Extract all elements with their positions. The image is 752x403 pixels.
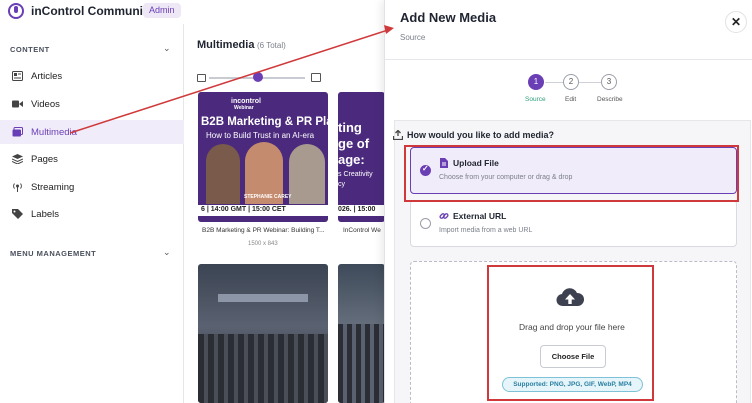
thumbnail-headline: ting — [338, 120, 362, 135]
page-title: Multimedia — [197, 39, 255, 51]
step-1[interactable]: 1 — [528, 74, 544, 90]
thumbnail-headline: B2B Marketing & PR Pla — [201, 116, 328, 128]
option-title: External URL — [453, 211, 507, 221]
step-3[interactable]: 3 — [601, 74, 617, 90]
articles-icon — [12, 71, 23, 81]
media-thumbnail[interactable] — [338, 264, 385, 403]
sidebar-item-label: Multimedia — [31, 126, 77, 138]
thumbnail-date: 026. | 15:00 — [338, 206, 376, 213]
modal-header: Add New Media Source ✕ — [385, 0, 752, 60]
media-thumbnail[interactable]: incontrol Webinar B2B Marketing & PR Pla… — [198, 92, 328, 222]
close-button[interactable]: ✕ — [725, 11, 747, 33]
media-caption: InControl We — [343, 227, 381, 234]
thumbnail-subhead: How to Build Trust in an AI-era — [206, 131, 315, 140]
section-header-menu-management: MENU MANAGEMENT — [10, 249, 97, 258]
thumbnail-subhead: s Creativity — [338, 171, 373, 178]
speaker-photo — [206, 144, 240, 204]
image-small-icon[interactable] — [197, 74, 206, 82]
admin-badge: Admin — [143, 3, 181, 18]
step-label-edit: Edit — [565, 96, 577, 103]
sidebar-item-label: Streaming — [31, 181, 75, 193]
upload-tray-icon — [393, 130, 403, 140]
external-url-option[interactable]: External URL Import media from a web URL — [410, 200, 737, 247]
stepper-connector — [545, 82, 563, 83]
thumbnail-speaker: STEPHANIE CAREY — [244, 194, 292, 200]
sidebar: CONTENT ⌄ Articles Videos Multimedia Pag… — [0, 24, 184, 403]
highlight-box — [404, 145, 739, 202]
thumbnail-subhead: cy — [338, 181, 345, 188]
item-count: (6 Total) — [257, 41, 286, 50]
section-header-content: CONTENT — [10, 45, 50, 54]
label-icon — [12, 209, 23, 219]
audience-photo — [198, 334, 328, 403]
sidebar-item-label: Videos — [31, 98, 60, 110]
power-logo-icon — [8, 3, 24, 19]
stage-photo — [218, 294, 308, 302]
top-bar: inControl Community Admin — [0, 0, 384, 24]
chevron-down-icon[interactable]: ⌄ — [163, 43, 171, 54]
multimedia-panel: Multimedia (6 Total) incontrol Webinar B… — [185, 24, 385, 403]
sidebar-item-videos[interactable]: Videos — [0, 92, 184, 116]
multimedia-icon — [12, 127, 23, 137]
radio-unselected[interactable] — [420, 218, 431, 229]
thumbnail-brand: incontrol — [231, 98, 261, 105]
step-2[interactable]: 2 — [563, 74, 579, 90]
speaker-photo — [289, 144, 325, 204]
chevron-down-icon[interactable]: ⌄ — [163, 247, 171, 258]
app-root: inControl Community Admin CONTENT ⌄ Arti… — [0, 0, 752, 403]
media-dimensions: 1500 x 843 — [248, 241, 278, 247]
sidebar-item-labels[interactable]: Labels — [0, 202, 184, 226]
media-thumbnail[interactable] — [198, 264, 328, 403]
thumbnail-brand-sub: Webinar — [234, 105, 254, 111]
media-caption: B2B Marketing & PR Webinar: Building T..… — [202, 227, 325, 234]
sidebar-item-articles[interactable]: Articles — [0, 64, 184, 88]
sidebar-item-streaming[interactable]: Streaming — [0, 175, 184, 199]
video-icon — [12, 100, 23, 108]
pages-icon — [12, 154, 23, 164]
sidebar-item-label: Pages — [31, 153, 58, 165]
highlight-box — [487, 265, 654, 401]
media-thumbnail[interactable]: ting ge of age: s Creativity cy 026. | 1… — [338, 92, 385, 222]
link-icon — [439, 213, 449, 219]
sidebar-item-label: Articles — [31, 70, 63, 82]
image-large-icon[interactable] — [311, 73, 321, 82]
zoom-slider-handle[interactable] — [253, 72, 263, 82]
sidebar-item-label: Labels — [31, 208, 59, 220]
sidebar-item-pages[interactable]: Pages — [0, 147, 184, 171]
audience-photo — [338, 324, 385, 403]
step-label-source: Source — [525, 96, 546, 103]
sidebar-item-multimedia[interactable]: Multimedia — [0, 120, 184, 144]
option-description: Import media from a web URL — [439, 227, 533, 234]
modal-subtitle: Source — [400, 33, 426, 42]
thumbnail-date: 6 | 14:00 GMT | 15:00 CET — [201, 206, 286, 213]
step-label-describe: Describe — [597, 96, 623, 103]
app-title: inControl Community — [31, 4, 154, 18]
stepper-connector — [579, 82, 601, 83]
thumbnail-headline: age: — [338, 152, 365, 167]
source-question: How would you like to add media? — [407, 130, 555, 140]
streaming-icon — [13, 183, 22, 192]
thumbnail-headline: ge of — [338, 136, 370, 151]
modal-title: Add New Media — [400, 10, 497, 25]
